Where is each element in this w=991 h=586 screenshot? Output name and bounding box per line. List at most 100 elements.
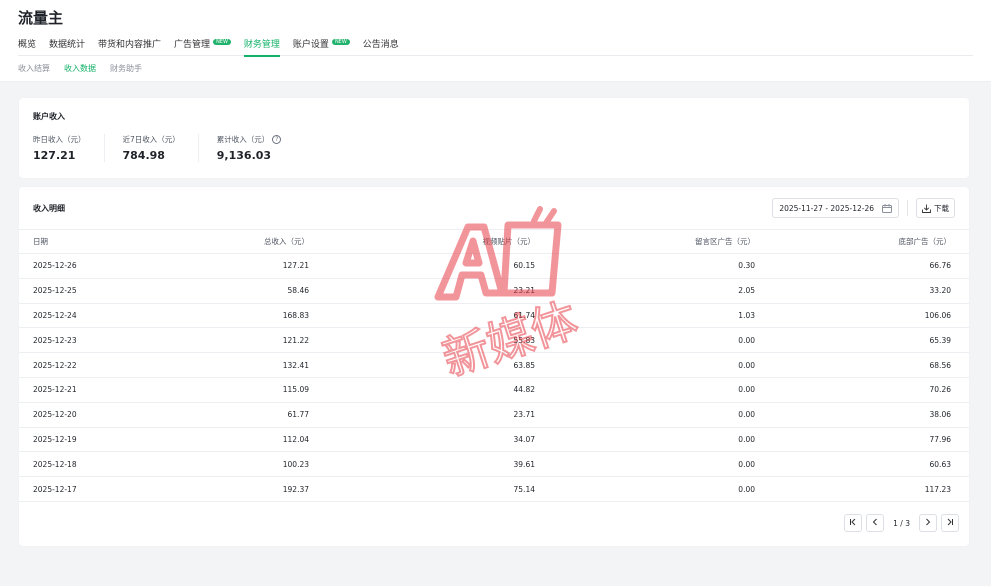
table-row: 2025-12-24 168.83 61.74 1.03 106.06 [19, 303, 969, 329]
income-detail-table: 日期 总收入（元） 视频贴片（元） 留言区广告（元） 底部广告（元） 2025-… [19, 229, 969, 502]
col-bottom-ads: 底部广告（元） [755, 229, 969, 254]
cell-video: 63.85 [309, 352, 535, 378]
cell-bottom: 33.20 [755, 278, 969, 304]
cell-total: 115.09 [149, 377, 309, 403]
cell-bottom: 117.23 [755, 476, 969, 502]
cell-video: 23.21 [309, 278, 535, 304]
cell-date: 2025-12-17 [19, 476, 149, 502]
subtab-income-data[interactable]: 收入数据 [64, 63, 96, 74]
stat-value: 9,136.03 [216, 149, 272, 162]
last-page-icon [946, 518, 954, 529]
cell-comment: 2.05 [535, 278, 755, 304]
cell-video: 34.07 [309, 427, 535, 453]
date-range-picker[interactable]: 2025-11-27 - 2025-12-26 [772, 198, 899, 218]
cell-comment: 0.30 [535, 253, 755, 279]
main-nav: 概览 数据统计 带货和内容推广 广告管理 NEW 财务管理 账户设置 NEW 公告消… [18, 36, 973, 57]
first-page-icon [849, 518, 857, 529]
cell-comment: 0.00 [535, 476, 755, 502]
detail-header: 收入明细 2025-11-27 - 2025-12-26 下载 [19, 187, 969, 229]
tab-data-stats[interactable]: 数据统计 [49, 36, 85, 56]
cell-total: 61.77 [149, 402, 309, 428]
account-income-card: 账户收入 昨日收入（元） 127.21 近7日收入（元） 784.98 累计收入… [19, 98, 969, 178]
table-row: 2025-12-17 192.37 75.14 0.00 117.23 [19, 476, 969, 502]
cell-comment: 1.03 [535, 303, 755, 329]
cell-date: 2025-12-20 [19, 402, 149, 428]
col-total-income: 总收入（元） [149, 229, 309, 254]
cell-video: 55.83 [309, 327, 535, 354]
new-badge: NEW [213, 39, 231, 45]
stat-label: 累计收入（元）? [217, 134, 282, 145]
cell-bottom: 70.26 [755, 377, 969, 403]
first-page-button[interactable] [844, 514, 863, 532]
tab-finance[interactable]: 财务管理 [243, 36, 280, 57]
cell-comment: 0.00 [535, 327, 755, 354]
prev-page-button[interactable] [866, 514, 885, 532]
cell-video: 75.14 [309, 476, 535, 502]
cell-bottom: 60.63 [755, 451, 969, 478]
calendar-icon [882, 203, 892, 213]
cell-total: 112.04 [149, 427, 309, 453]
tab-account-settings[interactable]: 账户设置 NEW [293, 36, 350, 56]
cell-comment: 0.00 [535, 377, 755, 403]
cell-bottom: 106.06 [755, 303, 969, 329]
table-row: 2025-12-20 61.77 23.71 0.00 38.06 [19, 402, 969, 428]
cell-video: 39.61 [309, 451, 535, 478]
next-page-button[interactable] [919, 514, 937, 532]
cell-video: 61.74 [309, 303, 535, 329]
table-body: 2025-12-26 127.21 60.15 0.30 66.76 2025-12-2… [19, 253, 969, 502]
stat-total: 累计收入（元）? 9,136.03 [217, 134, 300, 162]
table-row: 2025-12-19 112.04 34.07 0.00 77.96 [19, 427, 969, 453]
subtab-finance-assistant[interactable]: 财务助手 [110, 63, 142, 74]
stat-value: 784.98 [122, 149, 165, 162]
cell-comment: 0.00 [535, 402, 755, 428]
tab-overview[interactable]: 概览 [18, 36, 36, 56]
cell-date: 2025-12-23 [19, 327, 149, 354]
cell-total: 121.22 [149, 327, 309, 354]
detail-actions: 2025-11-27 - 2025-12-26 下载 [772, 198, 955, 218]
tab-ad-management[interactable]: 广告管理 NEW [174, 36, 231, 56]
cell-total: 168.83 [149, 303, 309, 329]
cell-date: 2025-12-25 [19, 278, 149, 304]
cell-date: 2025-12-24 [19, 303, 149, 329]
pagination: 1 / 3 [840, 514, 959, 532]
table-row: 2025-12-23 121.22 55.83 0.00 65.39 [19, 327, 969, 354]
cell-date: 2025-12-21 [19, 377, 149, 403]
cell-video: 23.71 [309, 402, 535, 428]
last-page-button[interactable] [941, 514, 959, 532]
cell-date: 2025-12-26 [19, 253, 149, 279]
download-button[interactable]: 下载 [916, 198, 955, 218]
app-title: 流量主 [18, 9, 64, 27]
col-video-ads: 视频贴片（元） [309, 229, 535, 254]
cell-total: 127.21 [149, 253, 309, 279]
download-label: 下载 [934, 203, 949, 213]
cell-date: 2025-12-18 [19, 451, 149, 478]
chevron-right-icon [924, 518, 932, 529]
cell-video: 44.82 [309, 377, 535, 403]
cell-date: 2025-12-22 [19, 352, 149, 378]
cell-date: 2025-12-19 [19, 427, 149, 453]
cell-total: 132.41 [149, 352, 309, 378]
date-range-value: 2025-11-27 - 2025-12-26 [779, 203, 874, 213]
stat-value: 127.21 [33, 149, 76, 162]
col-date: 日期 [19, 229, 149, 254]
table-row: 2025-12-18 100.23 39.61 0.00 60.63 [19, 451, 969, 478]
col-comment-ads: 留言区广告（元） [535, 229, 755, 254]
table-row: 2025-12-25 58.46 23.21 2.05 33.20 [19, 278, 969, 304]
chevron-left-icon [871, 518, 879, 529]
stat-label: 近7日收入（元） [122, 135, 180, 144]
tab-promotion[interactable]: 带货和内容推广 [98, 36, 161, 56]
cell-comment: 0.00 [535, 451, 755, 478]
cell-bottom: 65.39 [755, 327, 969, 354]
new-badge: NEW [331, 39, 350, 45]
cell-bottom: 38.06 [755, 402, 969, 428]
download-icon [922, 204, 931, 213]
cell-bottom: 66.76 [755, 253, 969, 279]
cell-total: 58.46 [149, 278, 309, 304]
tab-announcements[interactable]: 公告消息 [363, 36, 399, 56]
cell-total: 100.23 [149, 451, 309, 478]
subtab-settlement[interactable]: 收入结算 [18, 63, 50, 74]
help-icon[interactable]: ? [272, 135, 282, 144]
table-row: 2025-12-22 132.41 63.85 0.00 68.56 [19, 352, 969, 378]
account-income-title: 账户收入 [33, 112, 65, 121]
app-header: 流量主 概览 数据统计 带货和内容推广 广告管理 NEW 财务管理 账户设置 NEW… [0, 0, 991, 82]
